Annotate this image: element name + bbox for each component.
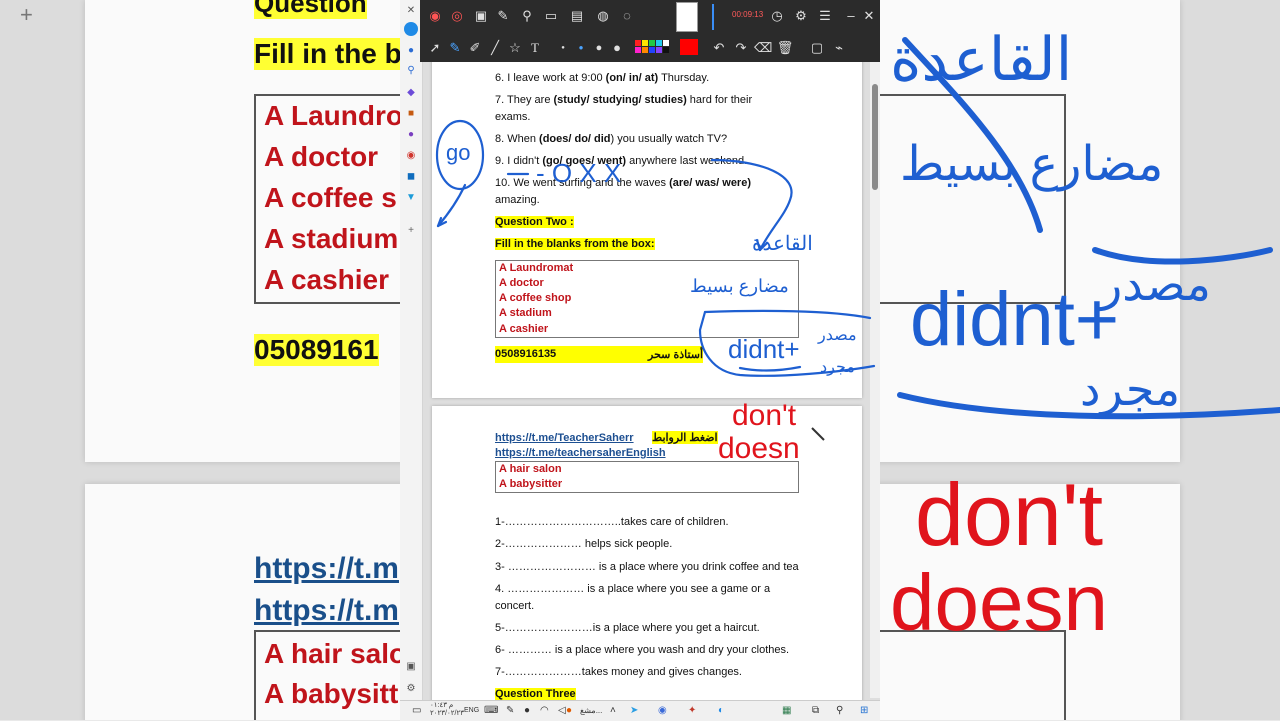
color-swatch-purple[interactable] — [656, 47, 662, 53]
trash-icon[interactable]: 🗑 — [776, 40, 794, 56]
volume-icon[interactable]: ◁ — [558, 704, 566, 718]
whiteboard-icon[interactable]: ▢ — [808, 40, 826, 56]
close-icon[interactable]: ✕ — [860, 8, 878, 24]
settings-icon[interactable]: ⚙ — [792, 8, 810, 24]
clock-date: ٢٠٢٣/٠٢/٢٣ — [430, 710, 464, 717]
size-20-icon[interactable]: ● — [608, 40, 626, 56]
taskbar-clock[interactable]: م ٠١:٤٣ ٢٠٢٣/٠٢/٢٣ — [430, 702, 464, 718]
keyboard-icon[interactable]: ⌨ — [484, 704, 498, 718]
undo-icon[interactable]: ↶ — [710, 40, 728, 56]
thumbnail-preview — [676, 2, 698, 32]
app-running-label[interactable]: مشغ... — [580, 704, 602, 718]
color-swatch-blue[interactable] — [649, 47, 655, 53]
screen-icon[interactable]: ▭ — [542, 8, 560, 24]
eraser-icon[interactable]: ⌫ — [754, 40, 772, 56]
ink-underline — [738, 365, 802, 372]
size-2-icon[interactable]: ● — [554, 40, 572, 56]
ink-dont: don't — [732, 399, 797, 432]
color-swatch-cyan[interactable] — [656, 40, 662, 46]
pen-cursor-icon — [811, 427, 825, 441]
highlighter-icon[interactable]: ✐ — [466, 40, 484, 56]
telegram-icon[interactable]: ➤ — [630, 704, 638, 718]
minimize-icon[interactable]: – — [842, 8, 860, 24]
stop-icon[interactable]: ◎ — [448, 8, 466, 24]
ink-mujarrad: مجرد — [820, 359, 855, 376]
mic-icon[interactable]: ● — [524, 704, 530, 718]
volume-meter — [712, 4, 714, 30]
ink-marks: - O X X — [536, 158, 621, 188]
ink-arabic-tense: مضارع بسيط — [690, 276, 789, 297]
select-arrow-icon[interactable]: ➚ — [426, 40, 444, 56]
current-color[interactable] — [680, 39, 698, 55]
chevron-up-icon[interactable]: ˄ — [610, 704, 616, 718]
edge-taskbar-icon[interactable]: ◐ — [718, 704, 724, 718]
camera-icon[interactable]: ▣ — [472, 8, 490, 24]
ink-doesn: doesn — [718, 432, 800, 465]
ink-arrow — [436, 183, 467, 228]
record-icon[interactable]: ◉ — [426, 8, 444, 24]
star-icon[interactable]: ☆ — [506, 40, 524, 56]
color-swatch-orange[interactable] — [642, 47, 648, 53]
search-icon[interactable]: ⚲ — [836, 704, 843, 718]
clock-time: م ٠١:٤٣ — [430, 702, 454, 709]
store-icon[interactable]: ▦ — [782, 704, 791, 718]
color-swatch-red[interactable] — [635, 40, 641, 46]
timer-icon[interactable]: ◷ — [768, 8, 786, 24]
pen-tool-icon[interactable]: ✎ — [446, 40, 464, 56]
taskview-icon[interactable]: ⧉ — [812, 704, 819, 718]
color-swatch-magenta[interactable] — [635, 47, 641, 53]
wifi-icon[interactable]: ◠ — [540, 704, 549, 718]
windows-taskbar: ▭ م ٠١:٤٣ ٢٠٢٣/٠٢/٢٣ ENG ⌨ ✎ ◠ ◁ ● ● مشغ… — [400, 700, 880, 721]
drop-icon[interactable]: ◍ — [594, 8, 612, 24]
redo-icon[interactable]: ↷ — [732, 40, 750, 56]
annotation-toolbar: ◉ ◎ ▣ ✎ ⚲ ▭ ▤ ◍ ◌ 00:09:13 ◷ ⚙ ☰ – ✕ ➚ ✎… — [420, 0, 880, 62]
line-icon[interactable]: ╱ — [486, 40, 504, 56]
color-swatch-green[interactable] — [649, 40, 655, 46]
record-time: 00:09:13 — [732, 10, 764, 19]
recorder-icon[interactable]: ◉ — [658, 704, 667, 718]
ink-bracket — [703, 309, 872, 320]
menu-icon[interactable]: ☰ — [816, 8, 834, 24]
pen-icon[interactable]: ✎ — [506, 704, 514, 718]
size-10-icon[interactable]: ● — [590, 40, 608, 56]
start-icon[interactable]: ⊞ — [860, 704, 868, 718]
pip-icon[interactable]: ▤ — [568, 8, 586, 24]
paint-icon[interactable]: ✦ — [688, 704, 696, 718]
color-swatch-yellow[interactable] — [642, 40, 648, 46]
color-swatch-white[interactable] — [663, 40, 669, 46]
eye-icon[interactable]: ◌ — [618, 8, 636, 24]
cursor-effect-icon[interactable]: ⌁ — [830, 40, 848, 56]
ink-go: go — [446, 140, 470, 165]
text-icon[interactable]: T — [526, 40, 544, 56]
notification-icon[interactable]: ▭ — [412, 704, 421, 718]
zoom-icon[interactable]: ⚲ — [518, 8, 536, 24]
ink-masdar: مصدر — [817, 327, 857, 344]
ink-didnt: didnt+ — [728, 334, 800, 364]
color-swatch-black[interactable] — [663, 47, 669, 53]
app-running-icon[interactable]: ● — [566, 704, 572, 718]
ink-arabic-rule: القاعدة — [752, 233, 813, 255]
size-5-icon[interactable]: ● — [572, 40, 590, 56]
annotation-ink-layer: go - O X X القاعدة مضارع بسيط didnt+ مصد… — [435, 119, 876, 465]
pen-icon[interactable]: ✎ — [494, 8, 512, 24]
language-indicator[interactable]: ENG — [464, 704, 479, 718]
